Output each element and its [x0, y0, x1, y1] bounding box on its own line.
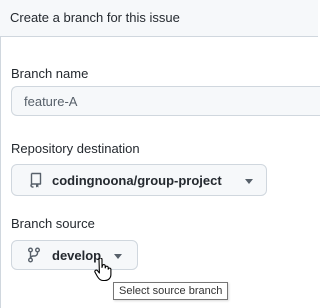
dialog-header: Create a branch for this issue: [0, 0, 318, 37]
branch-source-label: Branch source: [11, 216, 95, 231]
branch-source-button[interactable]: develop: [11, 240, 138, 270]
hand-pointer-cursor-icon: [94, 258, 112, 282]
branch-name-label: Branch name: [11, 66, 89, 81]
panel-border: [0, 36, 1, 308]
chevron-down-icon: [114, 254, 122, 259]
branch-name-value: feature-A: [24, 94, 78, 109]
git-branch-icon: [28, 247, 40, 263]
branch-name-input[interactable]: feature-A: [11, 86, 320, 116]
repository-destination-button[interactable]: codingnoona/group-project: [11, 164, 267, 196]
repository-destination-label: Repository destination: [11, 141, 140, 156]
tooltip: Select source branch: [113, 282, 229, 300]
repository-destination-value: codingnoona/group-project: [52, 173, 222, 188]
repo-icon: [30, 172, 42, 188]
chevron-down-icon: [245, 179, 253, 184]
dialog-title: Create a branch for this issue: [10, 10, 180, 25]
